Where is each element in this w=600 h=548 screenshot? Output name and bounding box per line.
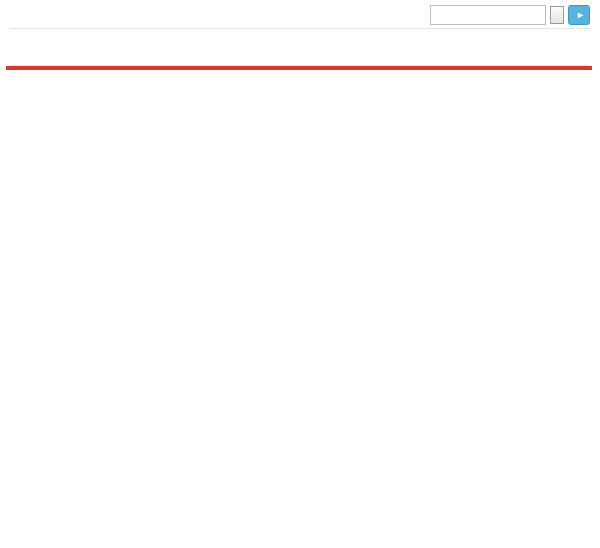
breadcrumb	[10, 9, 13, 21]
highlight-overlay	[6, 66, 592, 70]
search-input[interactable]	[430, 5, 546, 25]
search-button[interactable]	[550, 6, 564, 24]
map-button[interactable]: ▸	[568, 5, 590, 25]
permission-table	[10, 57, 590, 66]
